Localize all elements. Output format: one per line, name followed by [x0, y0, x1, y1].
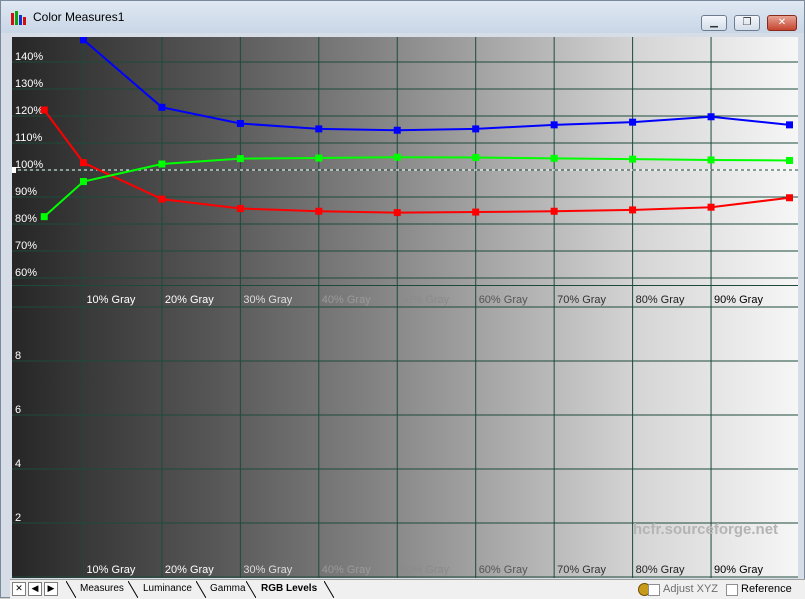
watermark-text: hcfr.sourceforge.net [633, 521, 778, 538]
adjust-xyz-label: Adjust XYZ [663, 583, 719, 595]
y-tick-label: 80% [15, 213, 37, 225]
tab-separator-icon [128, 581, 138, 598]
tab-gamma[interactable]: Gamma [210, 583, 246, 594]
tab-luminance[interactable]: Luminance [143, 583, 192, 594]
adjust-xyz-checkbox[interactable] [648, 584, 660, 596]
red-series-point [158, 195, 166, 203]
green-series-point [315, 154, 323, 162]
chart-svg: 140% 130% 120% 110% 100% 90% 80% 70% 60% 8 6 4 2 10% … [12, 37, 798, 578]
tab-separator-icon [66, 581, 76, 598]
minimize-icon: ▁ [710, 17, 718, 28]
x-category-label: 60% Gray [479, 294, 528, 306]
x-category-label: 40% Gray [322, 294, 371, 306]
blue-series-point [315, 125, 323, 133]
title-bar[interactable]: Color Measures1 ▁ ❐ ✕ [1, 1, 804, 33]
y-tick-label: 70% [15, 240, 37, 252]
close-tab-button[interactable]: ✕ [12, 582, 26, 596]
green-series-point [707, 156, 715, 164]
tab-separator-icon [324, 581, 334, 598]
red-series-point [786, 194, 793, 202]
red-series-point [236, 205, 244, 213]
green-series-point [629, 155, 637, 163]
x-category-label: 10% Gray [86, 564, 135, 576]
y-tick-label: 130% [15, 78, 43, 90]
red-series-point [550, 207, 558, 215]
x-category-label: 80% Gray [636, 564, 685, 576]
blue-series-point [472, 125, 480, 133]
previous-tab-button[interactable]: ◀ [28, 582, 42, 596]
green-series-point [393, 153, 401, 161]
y-tick-label: 110% [15, 132, 43, 144]
red-series-point [472, 208, 480, 216]
green-series-point [786, 156, 793, 164]
color-measures-window: Color Measures1 ▁ ❐ ✕ 140% 130% 120% 110% 10… [0, 0, 805, 599]
red-series-point [79, 159, 87, 167]
x-category-label: 70% Gray [557, 564, 606, 576]
x-category-label: 30% Gray [243, 564, 292, 576]
red-series-point [40, 106, 48, 114]
tab-rgb-levels[interactable]: RGB Levels [261, 583, 317, 594]
green-series-point [236, 155, 244, 163]
y-tick-label: 100% [15, 159, 43, 171]
blue-series-point [393, 126, 401, 134]
blue-series-point [79, 37, 87, 44]
green-series-point [158, 160, 166, 168]
blue-series-point [158, 103, 166, 111]
x-category-label: 80% Gray [636, 294, 685, 306]
y-tick-label: 120% [15, 105, 43, 117]
y-tick-label: 4 [15, 458, 21, 470]
close-icon: ✕ [777, 17, 787, 28]
blue-series-point [786, 121, 793, 129]
blue-series-line [82, 39, 790, 132]
x-category-label: 60% Gray [479, 564, 528, 576]
green-series-point [40, 213, 48, 221]
y-tick-label: 90% [15, 186, 37, 198]
close-button[interactable]: ✕ [767, 15, 797, 31]
minimize-button[interactable]: ▁ [701, 15, 727, 31]
x-category-label: 10% Gray [86, 294, 135, 306]
y-tick-label: 60% [15, 267, 37, 279]
sheet-tab-bar: ✕ ◀ ▶ Measures Luminance Gamma RGB Level… [10, 579, 805, 599]
tab-separator-icon [196, 581, 206, 598]
red-series-point [393, 209, 401, 217]
blue-series-point [629, 118, 637, 126]
blue-series-point [707, 113, 715, 121]
x-category-label: 20% Gray [165, 564, 214, 576]
red-series-point [707, 203, 715, 211]
reference-checkbox[interactable] [726, 584, 738, 596]
x-category-label: 90% Gray [714, 564, 763, 576]
x-category-label: 50% Gray [400, 564, 449, 576]
blue-series-point [236, 120, 244, 127]
green-series-point [79, 178, 87, 186]
bar-chart-app-icon [11, 11, 27, 25]
window-title: Color Measures1 [33, 10, 125, 24]
blue-series-point [550, 121, 558, 129]
x-category-label: 30% Gray [243, 294, 292, 306]
x-category-label: 50% Gray [400, 294, 449, 306]
red-series-point [315, 207, 323, 215]
x-category-label: 40% Gray [322, 564, 371, 576]
y-tick-label: 2 [15, 512, 21, 524]
restore-icon: ❐ [742, 17, 752, 28]
x-category-label: 90% Gray [714, 294, 763, 306]
restore-button[interactable]: ❐ [734, 15, 760, 31]
green-series-point [472, 154, 480, 162]
x-category-label: 70% Gray [557, 294, 606, 306]
reference-label: Reference [741, 583, 792, 595]
x-category-label: 20% Gray [165, 294, 214, 306]
green-series-point [550, 154, 558, 162]
tab-separator-icon [246, 581, 256, 598]
rgb-levels-chart[interactable]: 140% 130% 120% 110% 100% 90% 80% 70% 60% 8 6 4 2 10% … [12, 37, 798, 578]
red-series-point [629, 206, 637, 214]
next-tab-button[interactable]: ▶ [44, 582, 58, 596]
tab-measures[interactable]: Measures [80, 583, 124, 594]
y-tick-label: 8 [15, 350, 21, 362]
y-tick-label: 6 [15, 404, 21, 416]
y-tick-label: 140% [15, 51, 43, 63]
